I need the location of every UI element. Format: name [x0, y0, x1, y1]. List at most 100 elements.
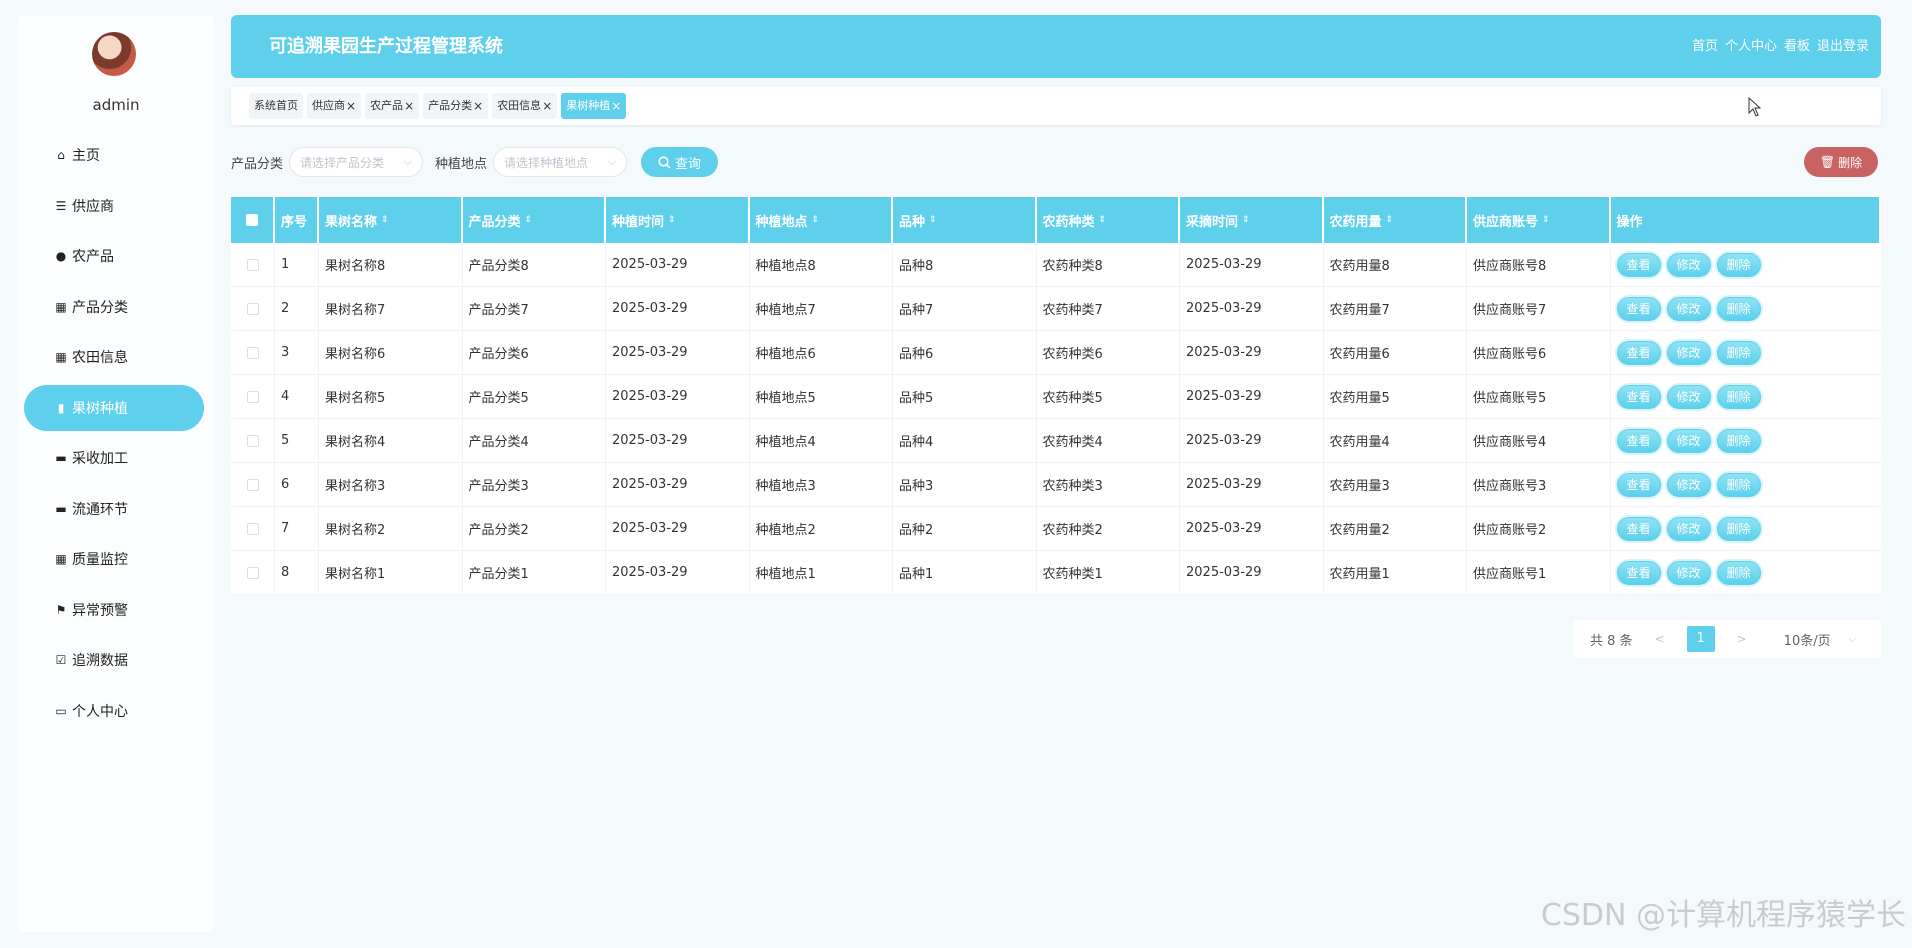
tab-label: 供应商	[312, 99, 345, 112]
next-page-button[interactable]: >	[1737, 632, 1747, 646]
delete-button[interactable]: 删除	[1716, 252, 1761, 277]
batch-delete-button[interactable]: 🗑 删除	[1804, 147, 1878, 177]
sort-icon[interactable]: ⇕	[929, 215, 937, 225]
delete-button[interactable]: 删除	[1716, 472, 1761, 497]
tab-item[interactable]: 果树种植 ×	[561, 93, 627, 119]
close-icon[interactable]: ×	[473, 93, 483, 119]
avatar[interactable]	[92, 32, 136, 76]
header-nav-link[interactable]: 首页	[1692, 15, 1718, 78]
location-select[interactable]: 请选择种植地点 ⌵	[493, 147, 628, 177]
sidebar-item-9[interactable]: ⚑ 异常预警	[24, 587, 204, 633]
sort-icon[interactable]: ⇕	[1242, 215, 1250, 225]
sort-icon[interactable]: ⇕	[812, 215, 820, 225]
column-header[interactable]: 农药种类 ⇕	[1037, 197, 1180, 243]
sort-icon[interactable]: ⇕	[525, 215, 533, 225]
delete-button[interactable]: 删除	[1716, 560, 1761, 585]
delete-button[interactable]: 删除	[1716, 340, 1761, 365]
sidebar-item-8[interactable]: ▦ 质量监控	[24, 536, 204, 582]
tab-item[interactable]: 供应商 ×	[307, 93, 362, 119]
select-all-checkbox[interactable]	[246, 214, 258, 226]
tab-item[interactable]: 农产品 ×	[365, 93, 420, 119]
edit-button[interactable]: 修改	[1666, 296, 1711, 321]
sidebar-item-1[interactable]: ☰ 供应商	[24, 183, 204, 229]
tab-item[interactable]: 系统首页	[249, 93, 303, 119]
column-header[interactable]: 供应商账号 ⇕	[1467, 197, 1611, 243]
header-nav-link[interactable]: 退出登录	[1817, 15, 1869, 78]
table-cell: 果树名称3	[319, 463, 463, 506]
edit-button[interactable]: 修改	[1666, 472, 1711, 497]
cell-value: 种植地点7	[755, 303, 816, 318]
close-icon[interactable]: ×	[611, 93, 621, 119]
view-button[interactable]: 查看	[1616, 384, 1661, 409]
sidebar-item-3[interactable]: ▦ 产品分类	[24, 284, 204, 330]
sort-icon[interactable]: ⇕	[668, 215, 676, 225]
view-button[interactable]: 查看	[1616, 560, 1661, 585]
cell-value: 种植地点5	[755, 391, 816, 406]
row-checkbox[interactable]	[246, 390, 259, 403]
edit-button[interactable]: 修改	[1666, 252, 1711, 277]
page-size-select[interactable]: 10条/页	[1784, 630, 1831, 649]
column-header[interactable]: 产品分类 ⇕	[463, 197, 606, 243]
edit-button[interactable]: 修改	[1666, 516, 1711, 541]
view-button[interactable]: 查看	[1616, 252, 1661, 277]
row-checkbox-cell	[231, 419, 275, 462]
edit-button[interactable]: 修改	[1666, 560, 1711, 585]
sidebar-item-5[interactable]: ▮ 果树种植	[24, 384, 204, 431]
close-icon[interactable]: ×	[404, 93, 414, 119]
view-button[interactable]: 查看	[1616, 516, 1661, 541]
cell-value: 农药种类5	[1042, 391, 1103, 406]
view-button[interactable]: 查看	[1616, 428, 1661, 453]
edit-button[interactable]: 修改	[1666, 384, 1711, 409]
cell-value: 果树名称4	[325, 435, 386, 450]
cell-value: 2025-03-29	[1186, 389, 1262, 404]
row-checkbox[interactable]	[246, 478, 259, 491]
view-button[interactable]: 查看	[1616, 296, 1661, 321]
sidebar-item-4[interactable]: ▦ 农田信息	[24, 334, 204, 380]
header-nav-link[interactable]: 个人中心	[1725, 15, 1777, 78]
row-checkbox[interactable]	[246, 522, 259, 535]
category-select[interactable]: 请选择产品分类 ⌵	[289, 147, 424, 177]
view-button[interactable]: 查看	[1616, 340, 1661, 365]
row-checkbox-cell	[231, 375, 275, 418]
edit-button[interactable]: 修改	[1666, 340, 1711, 365]
delete-button[interactable]: 删除	[1716, 428, 1761, 453]
edit-button[interactable]: 修改	[1666, 428, 1711, 453]
sort-icon[interactable]: ⇕	[1542, 215, 1550, 225]
column-header[interactable]: 种植时间 ⇕	[606, 197, 750, 243]
sidebar-item-2[interactable]: ● 农产品	[24, 233, 204, 279]
column-header[interactable]: 果树名称 ⇕	[319, 197, 463, 243]
sort-icon[interactable]: ⇕	[1099, 215, 1107, 225]
table-cell: 种植地点7	[750, 287, 893, 330]
tab-label: 产品分类	[428, 99, 473, 112]
row-checkbox[interactable]	[246, 258, 259, 271]
page-number-button[interactable]: 1	[1686, 626, 1715, 652]
sidebar-menu: ⌂ 主页 ☰ 供应商 ● 农产品 ▦ 产品分类 ▦ 农田信息 ▮ 果树种植 ▬ 采收加工 ▬ 流通环节 ▦ 质量监…	[24, 132, 204, 738]
column-header[interactable]: 采摘时间 ⇕	[1180, 197, 1324, 243]
cell-value: 产品分类8	[468, 259, 529, 274]
sidebar-item-6[interactable]: ▬ 采收加工	[24, 435, 204, 481]
sidebar-item-7[interactable]: ▬ 流通环节	[24, 486, 204, 532]
column-header[interactable]: 农药用量 ⇕	[1324, 197, 1467, 243]
row-checkbox[interactable]	[246, 346, 259, 359]
sort-icon[interactable]: ⇕	[1386, 215, 1394, 225]
sidebar-item-10[interactable]: ☑ 追溯数据	[24, 637, 204, 683]
sidebar-item-0[interactable]: ⌂ 主页	[24, 132, 204, 178]
view-button[interactable]: 查看	[1616, 472, 1661, 497]
search-button[interactable]: 查询	[641, 147, 719, 177]
delete-button[interactable]: 删除	[1716, 296, 1761, 321]
delete-button[interactable]: 删除	[1716, 516, 1761, 541]
header-nav-link[interactable]: 看板	[1784, 15, 1810, 78]
close-icon[interactable]: ×	[346, 93, 356, 119]
sidebar-item-11[interactable]: ▭ 个人中心	[24, 688, 204, 734]
row-checkbox[interactable]	[246, 566, 259, 579]
column-header[interactable]: 种植地点 ⇕	[750, 197, 893, 243]
close-icon[interactable]: ×	[542, 93, 552, 119]
row-checkbox[interactable]	[246, 302, 259, 315]
column-header[interactable]: 品种 ⇕	[893, 197, 1037, 243]
prev-page-button[interactable]: <	[1655, 632, 1665, 646]
delete-button[interactable]: 删除	[1716, 384, 1761, 409]
tab-item[interactable]: 产品分类 ×	[423, 93, 489, 119]
row-checkbox[interactable]	[246, 434, 259, 447]
tab-item[interactable]: 农田信息 ×	[492, 93, 558, 119]
sort-icon[interactable]: ⇕	[381, 215, 389, 225]
